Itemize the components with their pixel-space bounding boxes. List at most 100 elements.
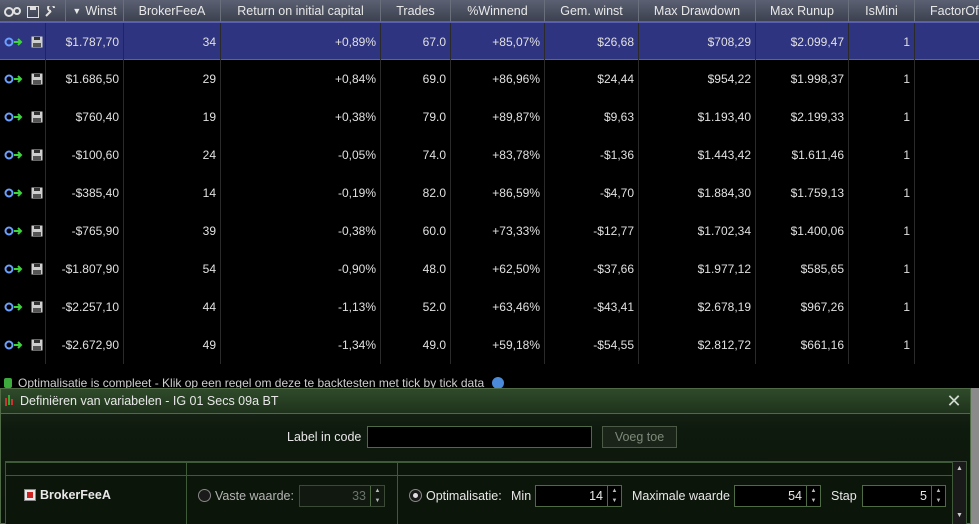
- cell-return: -0,38%: [221, 212, 381, 250]
- cell-trades: 79.0: [381, 98, 451, 136]
- variable-checkbox[interactable]: [24, 489, 36, 501]
- table-row[interactable]: $1.787,70 34 +0,89% 67.0 +85,07% $26,68 $708,2…: [0, 22, 979, 61]
- table-row[interactable]: -$765,90 39 -0,38% 60.0 +73,33% -$12,77 $1.702…: [0, 212, 979, 250]
- scroll-down-icon[interactable]: ▼: [953, 512, 966, 519]
- cell-max-drawdown: $954,22: [639, 60, 756, 98]
- table-row[interactable]: -$2.672,90 49 -1,34% 49.0 +59,18% -$54,55 $2.8…: [0, 326, 979, 364]
- save-icon[interactable]: [31, 263, 43, 275]
- min-value: 14: [589, 489, 603, 503]
- col-header-max-drawdown[interactable]: Max Drawdown: [639, 0, 756, 22]
- cell-winst: -$2.257,10: [46, 288, 124, 326]
- table-row[interactable]: $760,40 19 +0,38% 79.0 +89,87% $9,63 $1.193,40…: [0, 98, 979, 136]
- table-row[interactable]: -$385,40 14 -0,19% 82.0 +86,59% -$4,70 $1.884,…: [0, 174, 979, 212]
- row-actions: [0, 23, 46, 61]
- backtest-icon[interactable]: [4, 338, 24, 352]
- backtest-icon[interactable]: [4, 72, 24, 86]
- save-icon[interactable]: [31, 149, 43, 161]
- spin-up-icon[interactable]: ▲: [932, 486, 945, 496]
- step-stepper[interactable]: 5 ▲ ▼: [862, 485, 946, 507]
- backtest-icon[interactable]: [4, 148, 24, 162]
- spin-down-icon[interactable]: ▼: [807, 496, 820, 506]
- save-icon[interactable]: [31, 339, 43, 351]
- cell-max-runup: $2.099,47: [756, 23, 849, 61]
- cell-gem-winst: -$12,77: [545, 212, 639, 250]
- step-label: Stap: [831, 489, 857, 503]
- table-row[interactable]: -$1.807,90 54 -0,90% 48.0 +62,50% -$37,66 $1.9…: [0, 250, 979, 288]
- wrench-icon[interactable]: [44, 5, 56, 18]
- status-icon: [4, 378, 12, 388]
- scroll-up-icon[interactable]: ▲: [953, 465, 966, 472]
- save-icon[interactable]: [31, 36, 43, 48]
- save-icon[interactable]: [31, 301, 43, 313]
- row-actions: [0, 174, 46, 212]
- cell-trades: 74.0: [381, 136, 451, 174]
- spin-up-icon[interactable]: ▲: [807, 486, 820, 496]
- cell-winst: -$100,60: [46, 136, 124, 174]
- optimization-radio[interactable]: [409, 489, 422, 502]
- save-icon[interactable]: [31, 225, 43, 237]
- spin-up-icon[interactable]: ▲: [608, 486, 621, 496]
- backtest-icon[interactable]: [4, 224, 24, 238]
- table-row[interactable]: -$2.257,10 44 -1,13% 52.0 +63,46% -$43,41 $2.6…: [0, 288, 979, 326]
- fixed-value-stepper[interactable]: 33 ▲ ▼: [299, 485, 385, 507]
- label-in-code-input[interactable]: [367, 426, 592, 448]
- dialog-title: Definiëren van variabelen - IG 01 Secs 0…: [20, 394, 279, 408]
- cell-max-runup: $661,16: [756, 326, 849, 364]
- min-stepper[interactable]: 14 ▲ ▼: [535, 485, 622, 507]
- backtest-icon[interactable]: [4, 110, 24, 124]
- cell-max-drawdown: $708,29: [639, 23, 756, 61]
- col-header-trades[interactable]: Trades: [381, 0, 451, 22]
- cell-brokerfeea: 49: [124, 326, 221, 364]
- cell-ismini: 1: [849, 174, 915, 212]
- optimization-results-table: ▼ Winst BrokerFeeA Return on initial capi…: [0, 0, 979, 366]
- cell-max-drawdown: $2.812,72: [639, 326, 756, 364]
- col-header-ismini[interactable]: IsMini: [849, 0, 915, 22]
- cell-trades: 49.0: [381, 326, 451, 364]
- cell-max-drawdown: $1.193,40: [639, 98, 756, 136]
- cell-max-runup: $1.611,46: [756, 136, 849, 174]
- cell-gem-winst: -$43,41: [545, 288, 639, 326]
- cell-winnend: +86,59%: [451, 174, 545, 212]
- scrollbar[interactable]: ▲ ▼: [952, 462, 966, 524]
- max-stepper[interactable]: 54 ▲ ▼: [734, 485, 821, 507]
- optimization-label: Optimalisatie:: [426, 489, 502, 503]
- backtest-icon[interactable]: [4, 262, 24, 276]
- table-row[interactable]: $1.686,50 29 +0,84% 69.0 +86,96% $24,44 $954,2…: [0, 60, 979, 98]
- col-header-brokerfeea[interactable]: BrokerFeeA: [124, 0, 221, 22]
- cell-max-runup: $967,26: [756, 288, 849, 326]
- save-icon[interactable]: [31, 111, 43, 123]
- col-header-return[interactable]: Return on initial capital: [221, 0, 381, 22]
- fixed-value-radio[interactable]: [198, 489, 211, 502]
- max-value: 54: [788, 489, 802, 503]
- cell-winnend: +62,50%: [451, 250, 545, 288]
- backtest-icon[interactable]: [4, 35, 24, 49]
- spin-up-icon[interactable]: ▲: [371, 486, 384, 496]
- cell-winst: $1.686,50: [46, 60, 124, 98]
- col-header-max-runup[interactable]: Max Runup: [756, 0, 849, 22]
- save-icon[interactable]: [27, 5, 40, 18]
- cell-winnend: +73,33%: [451, 212, 545, 250]
- backtest-icon[interactable]: [4, 300, 24, 314]
- cell-trades: 82.0: [381, 174, 451, 212]
- col-header-gem-winst[interactable]: Gem. winst: [545, 0, 639, 22]
- save-icon[interactable]: [31, 187, 43, 199]
- cell-ismini: 1: [849, 136, 915, 174]
- col-header-winst[interactable]: ▼ Winst: [66, 0, 124, 22]
- dialog-titlebar[interactable]: Definiëren van variabelen - IG 01 Secs 0…: [1, 389, 970, 414]
- cell-gem-winst: -$54,55: [545, 326, 639, 364]
- backtest-icon[interactable]: [4, 186, 24, 200]
- table-header: ▼ Winst BrokerFeeA Return on initial capi…: [0, 0, 979, 22]
- col-header-winnend[interactable]: %Winnend: [451, 0, 545, 22]
- save-icon[interactable]: [31, 73, 43, 85]
- cell-brokerfeea: 24: [124, 136, 221, 174]
- close-icon[interactable]: ✕: [944, 391, 964, 411]
- col-header-factorof[interactable]: FactorOf: [915, 0, 979, 22]
- spin-down-icon[interactable]: ▼: [608, 496, 621, 506]
- table-row[interactable]: -$100,60 24 -0,05% 74.0 +83,78% -$1,36 $1.443,…: [0, 136, 979, 174]
- spin-down-icon[interactable]: ▼: [371, 496, 384, 506]
- add-button[interactable]: Voeg toe: [602, 426, 677, 448]
- spin-down-icon[interactable]: ▼: [932, 496, 945, 506]
- gears-icon[interactable]: [3, 5, 23, 19]
- cell-brokerfeea: 54: [124, 250, 221, 288]
- cell-ismini: 1: [849, 23, 915, 61]
